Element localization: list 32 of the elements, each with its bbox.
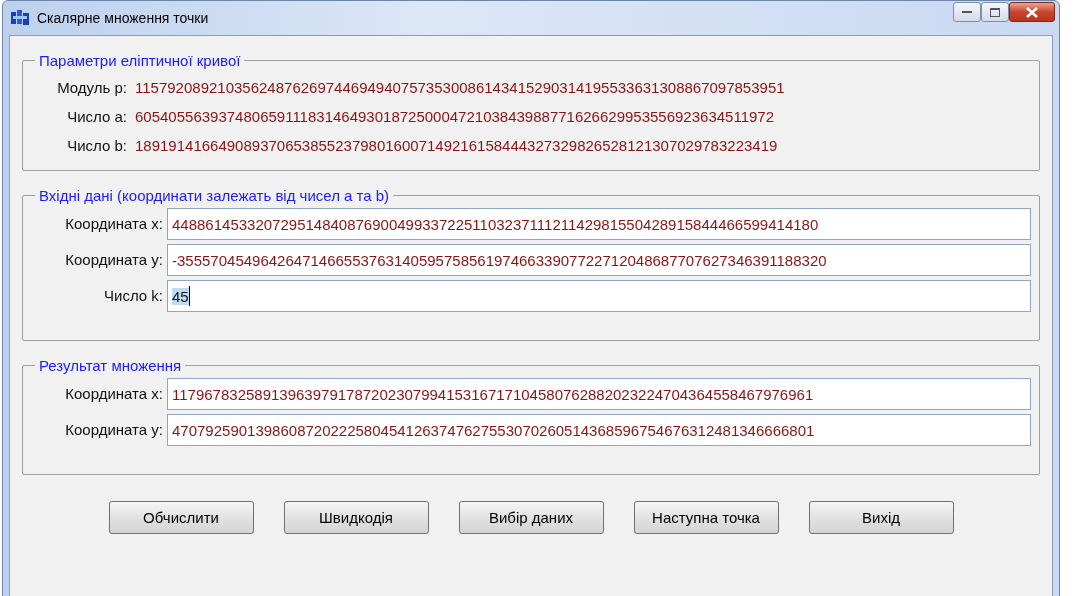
maximize-icon: [990, 7, 1000, 17]
minimize-icon: [962, 10, 972, 14]
input-field[interactable]: -355570454964264714665537631405957585619746633907722712048687707627346391188320: [167, 244, 1031, 276]
group-title: Вхідні дані (координати залежать від чисел a та b): [38, 187, 391, 204]
field-label: Число b:: [67, 136, 127, 154]
field-label: Координата x:: [65, 385, 163, 402]
field-label: Модуль p:: [57, 78, 127, 96]
field-label: Число k:: [104, 287, 163, 304]
action-button[interactable]: Наступна точка: [633, 501, 779, 534]
action-button[interactable]: Швидкодія: [283, 501, 429, 534]
field-label: Число a:: [67, 107, 127, 125]
window-title: Скалярне множення точки: [37, 10, 210, 26]
minimize-button[interactable]: [953, 2, 981, 22]
value-text: 60540556393748065911183146493018725000472103843988771626629953556923634511972: [135, 108, 775, 125]
close-icon: [1025, 6, 1039, 18]
app-icon: [11, 10, 29, 26]
input-field[interactable]: 448861453320729514840876900499337225110323711121142981550428915844466599414180: [167, 208, 1031, 240]
group-title: Параметри еліптичної кривої: [38, 52, 242, 69]
input-field[interactable]: 45: [167, 280, 1031, 312]
field-label: Координата y:: [65, 251, 163, 268]
field-label: Координата y:: [65, 421, 163, 438]
action-button[interactable]: Вибір даних: [458, 501, 604, 534]
input-field[interactable]: 11796783258913963979178720230799415316717104580762882023224704364558467976961: [167, 378, 1031, 410]
value-text: 115792089210356248762697446949407573530086143415290314195533631308867097853951: [135, 79, 785, 96]
input-field[interactable]: 47079259013986087202225804541263747627553070260514368596754676312481346666801: [167, 414, 1031, 446]
action-button[interactable]: Вихід: [808, 501, 954, 534]
close-button[interactable]: [1009, 2, 1055, 22]
field-label: Координата x:: [65, 215, 163, 232]
value-text: 18919141664908937065385523798016007149216158444327329826528121307029783223419: [135, 137, 778, 154]
group-title: Результат множення: [38, 357, 183, 374]
maximize-button[interactable]: [981, 2, 1009, 22]
action-button[interactable]: Обчислити: [108, 501, 254, 534]
